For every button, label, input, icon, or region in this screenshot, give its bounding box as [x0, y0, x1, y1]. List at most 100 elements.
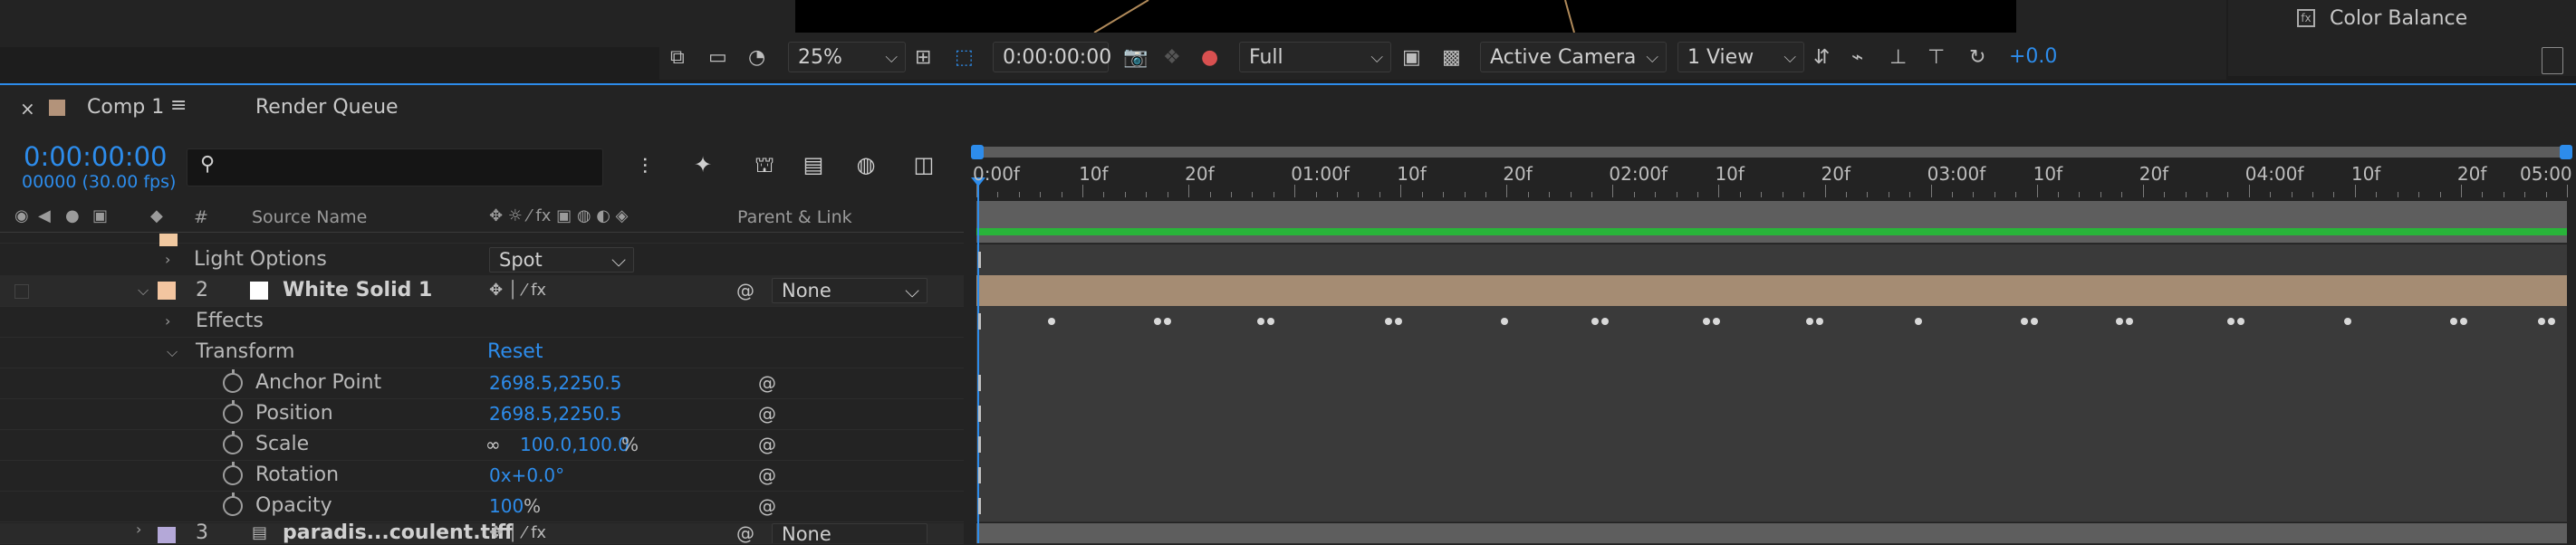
video-toggle[interactable] — [14, 284, 29, 299]
tab-comp1[interactable]: Comp 1 — [87, 96, 164, 119]
region-of-interest-icon[interactable]: ⊞ — [915, 40, 931, 76]
track-layer-1[interactable] — [976, 201, 2567, 244]
always-preview-icon[interactable]: ⧉ — [670, 40, 685, 76]
stopwatch-icon[interactable] — [223, 462, 243, 485]
chevron-down-icon[interactable]: ⌵ — [138, 275, 149, 306]
layer-row-1-partial[interactable] — [0, 234, 964, 244]
scale-row[interactable]: Scale ∞ 100.0,100.0 % @ — [0, 429, 964, 461]
transform-reset-link[interactable]: Reset — [487, 337, 543, 368]
pickwhip-icon[interactable]: @ — [735, 281, 755, 301]
frame-blending-icon[interactable]: ▤ — [799, 150, 828, 179]
motion-blur-icon[interactable]: ◍ — [851, 150, 880, 179]
eye-icon[interactable]: ◉ — [14, 206, 29, 225]
graph-editor-icon[interactable]: ◫ — [909, 150, 938, 179]
new-item-icon[interactable] — [2542, 47, 2563, 74]
track-layer-2[interactable] — [976, 275, 2567, 307]
keyframe-marker[interactable] — [1702, 318, 1710, 325]
rotation-row[interactable]: Rotation 0x+0.0° @ — [0, 460, 964, 492]
stopwatch-icon[interactable] — [223, 492, 243, 516]
views-dropdown[interactable]: 1 View ⌵ — [1677, 42, 1804, 72]
layer-row-2[interactable]: ⌵ 2 White Solid 1 ✥ │ ⁄ fx @ None ⌵ — [0, 275, 964, 307]
keyframe-marker[interactable] — [1600, 318, 1609, 325]
stopwatch-icon[interactable] — [223, 431, 243, 454]
expression-pickwhip-icon[interactable]: @ — [757, 404, 777, 424]
column-parent-link[interactable]: Parent & Link — [737, 207, 852, 227]
resolution-dropdown[interactable]: Full ⌵ — [1239, 42, 1391, 72]
monitor-icon[interactable]: ▭ — [708, 40, 727, 76]
keyframe-marker[interactable] — [1805, 318, 1813, 325]
light-options-row[interactable]: › Light Options Spot ⌵ — [0, 237, 964, 276]
chevron-right-icon[interactable]: › — [136, 523, 141, 540]
opacity-value[interactable]: 100 — [489, 491, 524, 521]
camera-dropdown[interactable]: Active Camera ⌵ — [1480, 42, 1667, 72]
expression-pickwhip-icon[interactable]: @ — [757, 496, 777, 516]
column-hash[interactable]: # — [194, 207, 208, 227]
light-type-dropdown[interactable]: Spot ⌵ — [489, 247, 634, 272]
viewer-timecode[interactable]: 0:00:00:00 — [993, 42, 1111, 72]
show-snapshot-icon[interactable]: ❖ — [1163, 40, 1181, 76]
keyframe-marker[interactable] — [2547, 318, 2555, 325]
chevron-right-icon[interactable]: › — [165, 244, 170, 275]
tab-render-queue[interactable]: Render Queue — [255, 96, 399, 119]
position-value[interactable]: 2698.5,2250.5 — [489, 398, 621, 429]
label-swatch[interactable] — [158, 282, 176, 300]
keyframe-marker[interactable] — [1394, 318, 1402, 325]
column-source-name[interactable]: Source Name — [252, 207, 367, 227]
audio-icon[interactable]: ◀ — [38, 206, 51, 225]
rotation-value[interactable]: 0x+0.0° — [489, 460, 564, 491]
switches-icon[interactable]: ✥ │ ⁄ fx — [489, 523, 546, 543]
keyframe-marker[interactable] — [1591, 318, 1599, 325]
layer-name[interactable]: White Solid 1 — [283, 275, 432, 306]
keyframe-marker[interactable] — [2537, 318, 2545, 325]
viewer-canvas[interactable] — [795, 0, 2016, 33]
draft-3d-icon[interactable]: ✦ — [688, 150, 717, 179]
parent-dropdown[interactable]: None — [772, 523, 928, 543]
chevron-right-icon[interactable]: › — [165, 306, 170, 337]
keyframe-marker[interactable] — [1712, 318, 1720, 325]
effects-row[interactable]: › Effects — [0, 306, 964, 338]
expression-pickwhip-icon[interactable]: @ — [757, 435, 777, 454]
keyframe-marker[interactable] — [1384, 318, 1392, 325]
channel-icon[interactable]: ● — [1201, 40, 1218, 76]
expression-pickwhip-icon[interactable]: @ — [757, 465, 777, 485]
toggle-pixel-aspect-icon[interactable]: ⇵ — [1813, 40, 1830, 76]
effect-item-label[interactable]: Color Balance — [2330, 7, 2467, 30]
keyframe-marker[interactable] — [1915, 318, 1923, 325]
toggle-transparency-icon[interactable]: ▩ — [1442, 40, 1461, 76]
timeline-icon[interactable]: ⊥ — [1889, 40, 1907, 76]
fast-previews-icon[interactable]: ▣ — [1402, 40, 1421, 76]
tab-menu-icon[interactable]: ≡ — [170, 94, 187, 117]
stopwatch-icon[interactable] — [223, 369, 243, 393]
keyframe-marker[interactable] — [1815, 318, 1823, 325]
layer-row-3[interactable]: › 3 ▤ paradis...coulent.tiff ✥ │ ⁄ fx @ … — [0, 523, 964, 544]
anchor-point-row[interactable]: Anchor Point 2698.5,2250.5 @ — [0, 368, 964, 399]
stopwatch-icon[interactable] — [223, 400, 243, 424]
layer-1-duration-bar[interactable] — [976, 228, 2567, 235]
pickwhip-icon[interactable]: @ — [735, 523, 755, 543]
composition-mini-flowchart-icon[interactable]: ⫶ — [630, 152, 659, 181]
reset-exposure-icon[interactable]: ↻ — [1969, 40, 1985, 76]
constrain-proportions-icon[interactable]: ∞ — [485, 429, 501, 460]
current-time[interactable]: 0:00:00:00 — [24, 141, 167, 172]
transparency-grid-icon[interactable]: ⬚ — [955, 40, 974, 76]
keyframe-marker[interactable] — [1153, 318, 1161, 325]
position-row[interactable]: Position 2698.5,2250.5 @ — [0, 398, 964, 430]
solo-icon[interactable]: ● — [65, 206, 80, 225]
anchor-point-value[interactable]: 2698.5,2250.5 — [489, 368, 621, 398]
parent-dropdown[interactable]: None ⌵ — [772, 278, 928, 303]
transform-row[interactable]: ⌵ Transform Reset — [0, 337, 964, 368]
exposure-value[interactable]: +0.0 — [2009, 45, 2057, 68]
keyframe-marker[interactable] — [1163, 318, 1171, 325]
lock-icon[interactable]: ▣ — [92, 206, 108, 225]
label-icon[interactable]: ◆ — [150, 206, 163, 225]
keyframe-marker[interactable] — [2020, 318, 2028, 325]
camera-snapshot-icon[interactable]: 📷 — [1123, 40, 1148, 76]
zoom-dropdown[interactable]: 25% ⌵ — [788, 42, 906, 72]
scale-value[interactable]: 100.0,100.0 — [520, 429, 630, 460]
opacity-row[interactable]: Opacity 100 % @ — [0, 491, 964, 522]
layer-name[interactable]: paradis...coulent.tiff — [283, 523, 513, 543]
close-icon[interactable]: × — [20, 98, 35, 120]
label-swatch[interactable] — [158, 527, 176, 543]
switches-icon[interactable]: ✥ ☼ ⁄ fx ▣ ◍ ◐ ◈ — [489, 206, 629, 225]
layer-search-input[interactable]: ⚲ — [187, 148, 603, 186]
